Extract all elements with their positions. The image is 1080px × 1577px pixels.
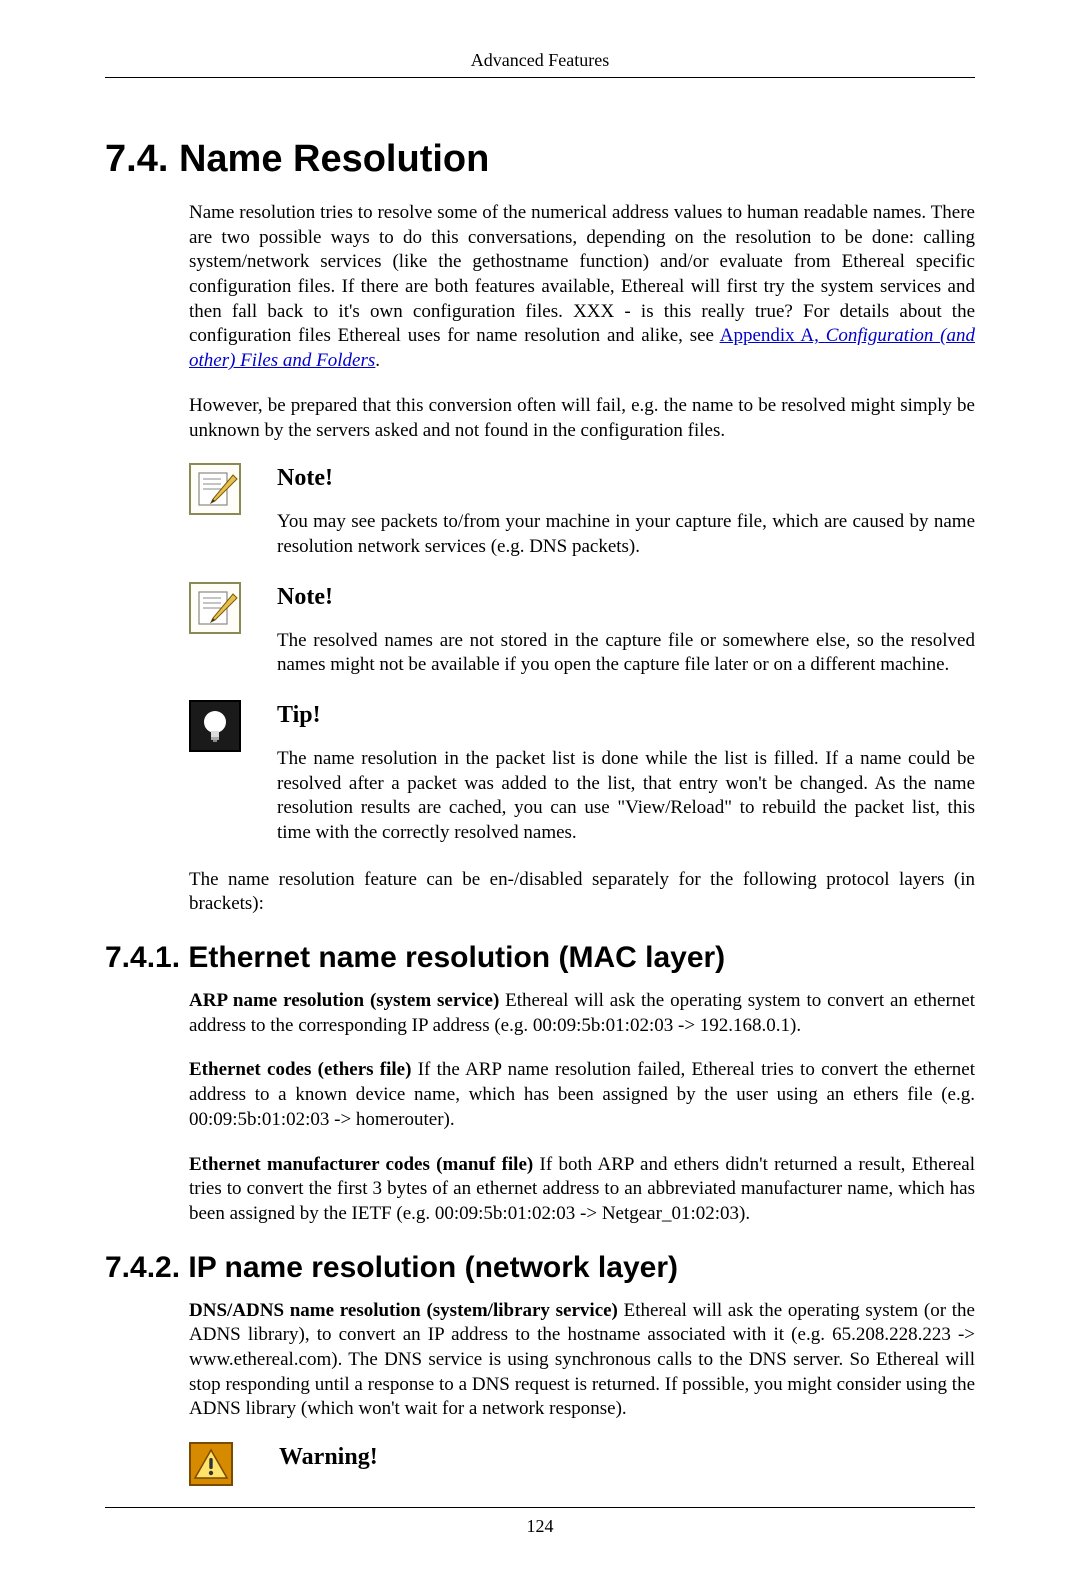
- note-title: Note!: [277, 584, 975, 611]
- note-icon: [189, 463, 241, 515]
- note-admonition-2: Note! The resolved names are not stored …: [189, 582, 975, 678]
- sub2-p1: DNS/ADNS name resolution (system/library…: [189, 1299, 975, 1422]
- section-title: 7.4. Name Resolution: [105, 138, 975, 181]
- subsection-number: 7.4.2.: [105, 1251, 180, 1284]
- note-title: Note!: [277, 465, 975, 492]
- footer-rule: [105, 1507, 975, 1508]
- warning-icon: [189, 1442, 233, 1486]
- tip-body: The name resolution in the packet list i…: [277, 747, 975, 846]
- intro-paragraph-1: Name resolution tries to resolve some of…: [189, 201, 975, 374]
- note-admonition-1: Note! You may see packets to/from your m…: [189, 463, 975, 559]
- term: Ethernet manufacturer codes (manuf file): [189, 1154, 533, 1175]
- section-body-tail: The name resolution feature can be en-/d…: [189, 868, 975, 917]
- intro-paragraph-3: The name resolution feature can be en-/d…: [189, 868, 975, 917]
- running-head: Advanced Features: [105, 50, 975, 71]
- warning-admonition: Warning!: [189, 1442, 975, 1489]
- term: ARP name resolution (system service): [189, 990, 499, 1011]
- link-prefix: Appendix A,: [720, 325, 826, 346]
- subsection-number: 7.4.1.: [105, 941, 180, 974]
- term: Ethernet codes (ethers file): [189, 1059, 411, 1080]
- subsection-name: Ethernet name resolution (MAC layer): [188, 941, 725, 974]
- sub1-p1: ARP name resolution (system service) Eth…: [189, 989, 975, 1038]
- subsection-title-2: 7.4.2. IP name resolution (network layer…: [105, 1251, 975, 1285]
- sub1-p3: Ethernet manufacturer codes (manuf file)…: [189, 1153, 975, 1227]
- term: DNS/ADNS name resolution (system/library…: [189, 1300, 618, 1321]
- page-footer: 124: [105, 1507, 975, 1537]
- text: .: [375, 350, 380, 371]
- note-body: The resolved names are not stored in the…: [277, 629, 975, 678]
- note-body: You may see packets to/from your machine…: [277, 510, 975, 559]
- subsection-title-1: 7.4.1. Ethernet name resolution (MAC lay…: [105, 941, 975, 975]
- subsection-1-body: ARP name resolution (system service) Eth…: [189, 989, 975, 1227]
- header-rule: [105, 77, 975, 78]
- subsection-name: IP name resolution (network layer): [188, 1251, 678, 1284]
- tip-admonition: Tip! The name resolution in the packet l…: [189, 700, 975, 846]
- note-icon: [189, 582, 241, 634]
- warning-title: Warning!: [279, 1444, 975, 1471]
- page: Advanced Features 7.4. Name Resolution N…: [0, 0, 1080, 1577]
- tip-content: Tip! The name resolution in the packet l…: [277, 700, 975, 846]
- warning-content: Warning!: [279, 1442, 975, 1489]
- subsection-2-body: DNS/ADNS name resolution (system/library…: [189, 1299, 975, 1422]
- section-number: 7.4.: [105, 138, 168, 180]
- intro-paragraph-2: However, be prepared that this conversio…: [189, 394, 975, 443]
- section-name: Name Resolution: [179, 138, 489, 180]
- sub1-p2: Ethernet codes (ethers file) If the ARP …: [189, 1058, 975, 1132]
- tip-title: Tip!: [277, 702, 975, 729]
- section-body: Name resolution tries to resolve some of…: [189, 201, 975, 443]
- page-number: 124: [105, 1516, 975, 1537]
- note-content: Note! The resolved names are not stored …: [277, 582, 975, 678]
- tip-icon: [189, 700, 241, 752]
- note-content: Note! You may see packets to/from your m…: [277, 463, 975, 559]
